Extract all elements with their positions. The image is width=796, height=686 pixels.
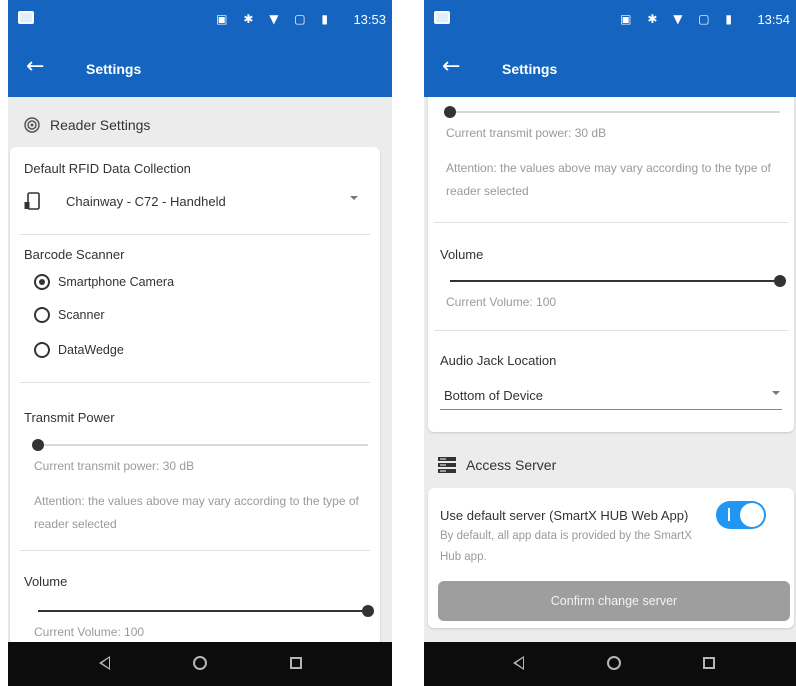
radio-scanner[interactable]: Scanner [34, 307, 105, 323]
divider [434, 330, 788, 331]
access-server-card: Use default server (SmartX HUB Web App) … [428, 488, 794, 628]
app-bar: ← Settings [8, 40, 392, 97]
divider [20, 382, 370, 383]
radio-label: Scanner [58, 308, 105, 322]
transmit-power-readout: Current transmit power: 30 dB [446, 126, 607, 140]
rfid-value: Chainway - C72 - Handheld [66, 193, 226, 209]
slider-thumb[interactable] [774, 275, 786, 287]
server-icon [438, 457, 456, 473]
phone-screen-right: ▣ ✱ ▼ ▢ ▮ 13:54 ← Settings Current trans… [424, 0, 796, 686]
nav-home-icon[interactable] [607, 656, 621, 670]
nav-home-icon[interactable] [193, 656, 207, 670]
radio-unselected-icon [34, 307, 50, 323]
status-time: 13:54 [757, 12, 790, 27]
volume-slider[interactable] [450, 275, 786, 287]
confirm-change-server-button[interactable]: Confirm change server [438, 581, 790, 621]
reader-settings-card: Default RFID Data Collection Chainway - … [10, 147, 380, 642]
section-title: Reader Settings [50, 117, 151, 133]
radio-smartphone-camera[interactable]: Smartphone Camera [34, 274, 174, 290]
audio-jack-value: Bottom of Device [444, 387, 543, 403]
rfid-dropdown[interactable]: Chainway - C72 - Handheld [24, 192, 358, 210]
handheld-device-icon [24, 192, 40, 210]
volume-label: Volume [24, 574, 68, 589]
slider-thumb[interactable] [362, 605, 374, 617]
transmit-power-readout: Current transmit power: 30 dB [34, 459, 195, 473]
radio-datawedge[interactable]: DataWedge [34, 342, 124, 358]
radio-label: DataWedge [58, 343, 124, 357]
divider [20, 234, 370, 235]
default-server-description: By default, all app data is provided by … [440, 530, 692, 563]
divider [434, 222, 788, 223]
status-bar: ▣ ✱ ▼ ▢ ▮ 13:54 [424, 0, 796, 40]
audio-jack-label: Audio Jack Location [440, 353, 557, 368]
slider-fill [450, 280, 780, 282]
toggle-knob [740, 503, 764, 527]
rfid-label: Default RFID Data Collection [24, 161, 191, 176]
page-title: Settings [502, 61, 558, 77]
arrow-back-icon[interactable]: ← [26, 55, 44, 79]
slider-thumb[interactable] [444, 106, 456, 118]
nav-recents-icon[interactable] [703, 657, 715, 669]
audio-jack-dropdown[interactable]: Bottom of Device [444, 387, 780, 403]
reader-settings-header: Reader Settings [24, 117, 150, 133]
slider-track [38, 444, 368, 446]
dropdown-underline [440, 409, 782, 410]
app-bar: ← Settings [424, 40, 796, 97]
default-server-label: Use default server (SmartX HUB Web App) [440, 508, 689, 523]
status-bar: ▣ ✱ ▼ ▢ ▮ 13:53 [8, 0, 392, 40]
nav-recents-icon[interactable] [290, 657, 302, 669]
transmit-power-slider[interactable] [444, 106, 780, 118]
chevron-down-icon [772, 391, 780, 395]
section-title: Access Server [466, 457, 557, 473]
system-nav-bar [8, 642, 392, 686]
nav-back-icon[interactable] [99, 656, 110, 670]
transmit-power-label: Transmit Power [24, 410, 115, 425]
reader-settings-card: Current transmit power: 30 dB Attention:… [428, 97, 794, 432]
toggle-on-icon [728, 508, 730, 521]
page-title: Settings [86, 61, 142, 77]
slider-track [450, 111, 780, 113]
default-server-toggle[interactable] [716, 501, 766, 529]
system-nav-bar [424, 642, 796, 686]
volume-readout: Current Volume: 100 [446, 295, 557, 309]
status-icons: ▣ ✱ ▼ ▢ ▮ [620, 12, 738, 26]
access-server-header: Access Server [438, 456, 556, 474]
radio-selected-icon [34, 274, 50, 290]
settings-content: Current transmit power: 30 dB Attention:… [424, 97, 796, 642]
chevron-down-icon [350, 196, 358, 200]
arrow-back-icon[interactable]: ← [442, 55, 460, 79]
rfid-reader-icon [24, 117, 40, 133]
attention-note: Attention: the values above may vary acc… [446, 161, 771, 198]
barcode-label: Barcode Scanner [24, 247, 125, 262]
status-icons: ▣ ✱ ▼ ▢ ▮ [216, 12, 334, 26]
settings-content: Reader Settings Default RFID Data Collec… [8, 97, 392, 642]
attention-note: Attention: the values above may vary acc… [34, 494, 359, 531]
transmit-power-slider[interactable] [32, 439, 368, 451]
nav-back-icon[interactable] [513, 656, 524, 670]
radio-label: Smartphone Camera [58, 275, 175, 289]
volume-slider[interactable] [38, 605, 374, 617]
volume-label: Volume [440, 247, 484, 262]
slider-thumb[interactable] [32, 439, 44, 451]
notification-icon [434, 11, 450, 24]
volume-readout: Current Volume: 100 [34, 625, 145, 639]
phone-screen-left: ▣ ✱ ▼ ▢ ▮ 13:53 ← Settings Reader Settin… [8, 0, 392, 686]
divider [20, 550, 370, 551]
slider-fill [38, 610, 368, 612]
status-time: 13:53 [353, 12, 386, 27]
notification-icon [18, 11, 34, 24]
radio-unselected-icon [34, 342, 50, 358]
